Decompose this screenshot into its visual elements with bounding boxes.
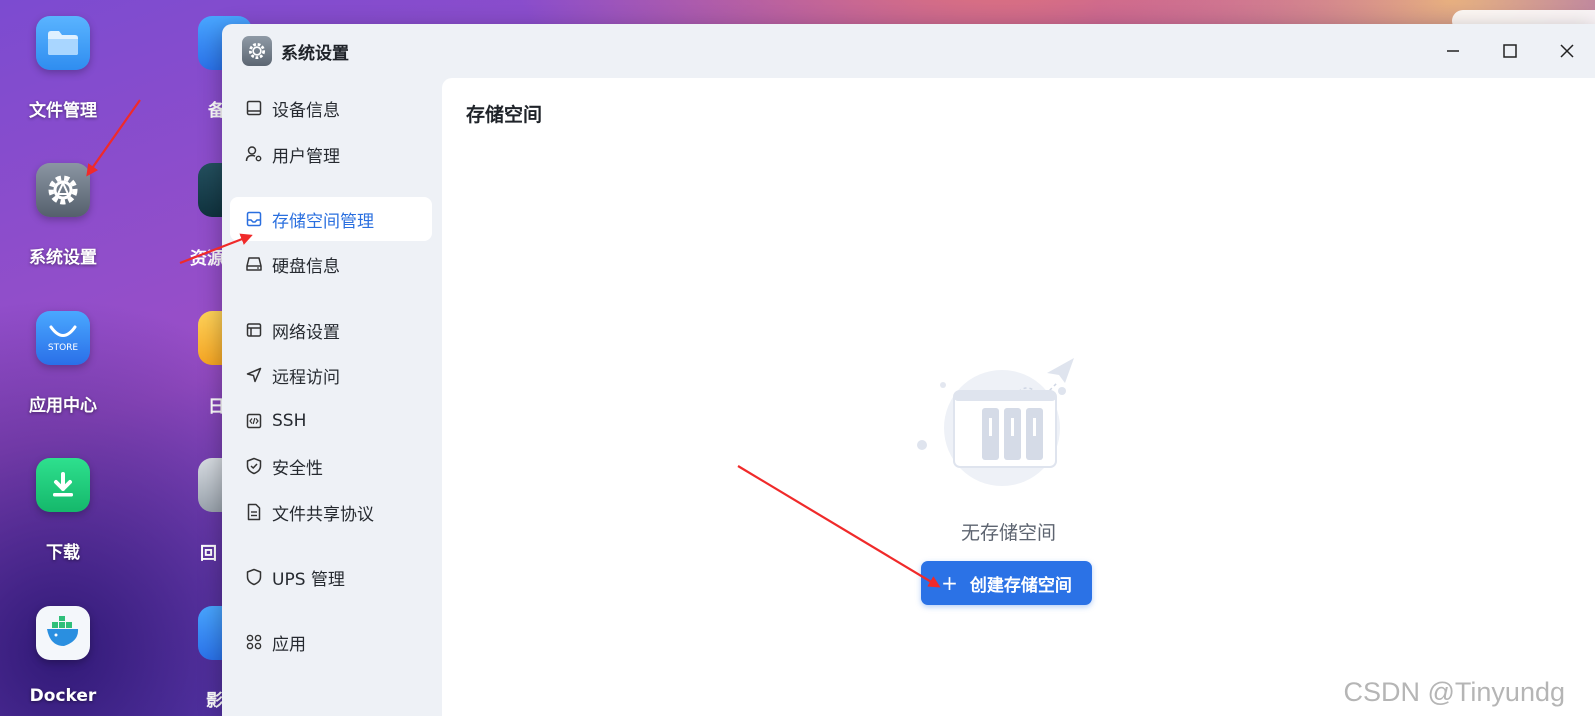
window-title: 系统设置 (281, 43, 349, 64)
desktop-icon-download[interactable]: 下载 (8, 458, 118, 563)
storage-icon (244, 209, 264, 229)
download-icon (36, 458, 90, 512)
sidebar-item-label: 存储空间管理 (272, 211, 374, 232)
desktop-icon-col2-label-4: 影 (206, 691, 223, 711)
sidebar-item-label: 应用 (272, 634, 306, 655)
shield-check-icon (244, 456, 264, 476)
sidebar-item-label: 用户管理 (272, 146, 340, 167)
ssh-icon (244, 411, 264, 431)
sidebar-item-apps[interactable]: 应用 (230, 620, 432, 664)
watermark: CSDN @Tinyundg (1343, 677, 1565, 707)
plus-icon: + (941, 571, 958, 595)
store-icon: STORE (36, 311, 90, 365)
sidebar-item-label: SSH (272, 411, 307, 431)
desktop-icon-label: 下载 (46, 543, 80, 563)
maximize-icon (1502, 44, 1517, 58)
create-storage-button[interactable]: + 创建存储空间 (921, 561, 1092, 605)
sidebar-item-remote-access[interactable]: 远程访问 (230, 353, 432, 397)
apps-icon (244, 632, 264, 652)
settings-sidebar: 设备信息 用户管理 存储空间管理 硬盘信息 网络设置 远程访问 SSH 安全性 … (222, 78, 440, 716)
remote-icon (244, 365, 264, 385)
device-icon (244, 98, 264, 118)
maximize-button[interactable] (1481, 24, 1538, 78)
sidebar-item-disk-info[interactable]: 硬盘信息 (230, 242, 432, 286)
sidebar-item-file-sharing[interactable]: 文件共享协议 (230, 490, 432, 534)
desktop-icon-label: 系统设置 (29, 248, 97, 268)
create-storage-label: 创建存储空间 (969, 575, 1072, 596)
desktop-icon-label: 应用中心 (29, 396, 97, 416)
window-controls (1424, 24, 1595, 78)
gear-icon (36, 163, 90, 217)
page-title: 存储空间 (466, 104, 543, 126)
sidebar-item-label: UPS 管理 (272, 569, 345, 590)
system-settings-window: 系统设置 设备信息 用户管理 存储空间管理 硬盘信息 网络设置 远程访问 SSH… (222, 24, 1595, 716)
desktop-icon-label: Docker (29, 686, 97, 706)
shield-icon (244, 567, 264, 587)
docker-icon (36, 606, 90, 660)
desktop-icon-col2-label-1: 资源 (190, 249, 224, 269)
folder-icon (36, 16, 90, 70)
desktop-icon-file-manager[interactable]: 文件管理 (8, 16, 118, 121)
sidebar-item-network-settings[interactable]: 网络设置 (230, 308, 432, 352)
close-button[interactable] (1538, 24, 1595, 78)
user-gear-icon (244, 144, 264, 164)
sidebar-item-user-management[interactable]: 用户管理 (230, 132, 432, 176)
disk-icon (244, 254, 264, 274)
minimize-button[interactable] (1424, 24, 1481, 78)
close-icon (1559, 44, 1574, 58)
desktop-icon-label: 文件管理 (29, 101, 97, 121)
sidebar-item-label: 设备信息 (272, 100, 340, 121)
gear-icon (242, 36, 272, 66)
desktop-icon-col2-label-3: 回 (200, 544, 217, 564)
sidebar-item-ssh[interactable]: SSH (230, 399, 432, 443)
desktop-icon-docker[interactable]: Docker (8, 606, 118, 706)
sidebar-item-label: 硬盘信息 (272, 256, 340, 277)
sidebar-item-storage-management[interactable]: 存储空间管理 (230, 197, 432, 241)
desktop-icon-app-center[interactable]: STORE 应用中心 (8, 311, 118, 416)
sidebar-item-security[interactable]: 安全性 (230, 444, 432, 488)
storage-main-panel: 存储空间 无存储空间 + 创建存储空间 (442, 78, 1595, 716)
sidebar-item-label: 文件共享协议 (272, 504, 374, 525)
sidebar-item-ups[interactable]: UPS 管理 (230, 555, 432, 599)
network-icon (244, 320, 264, 340)
sidebar-item-device-info[interactable]: 设备信息 (230, 86, 432, 130)
sidebar-item-label: 远程访问 (272, 367, 340, 388)
minimize-icon (1446, 50, 1459, 52)
empty-storage-illustration-icon (917, 358, 1074, 486)
document-icon (244, 502, 264, 522)
sidebar-item-label: 安全性 (272, 458, 323, 479)
desktop-icon-system-settings[interactable]: 系统设置 (8, 163, 118, 268)
empty-state-text: 无存储空间 (960, 522, 1056, 544)
window-titlebar[interactable]: 系统设置 (222, 24, 1595, 78)
store-text: STORE (47, 342, 79, 353)
sidebar-item-label: 网络设置 (272, 322, 340, 343)
